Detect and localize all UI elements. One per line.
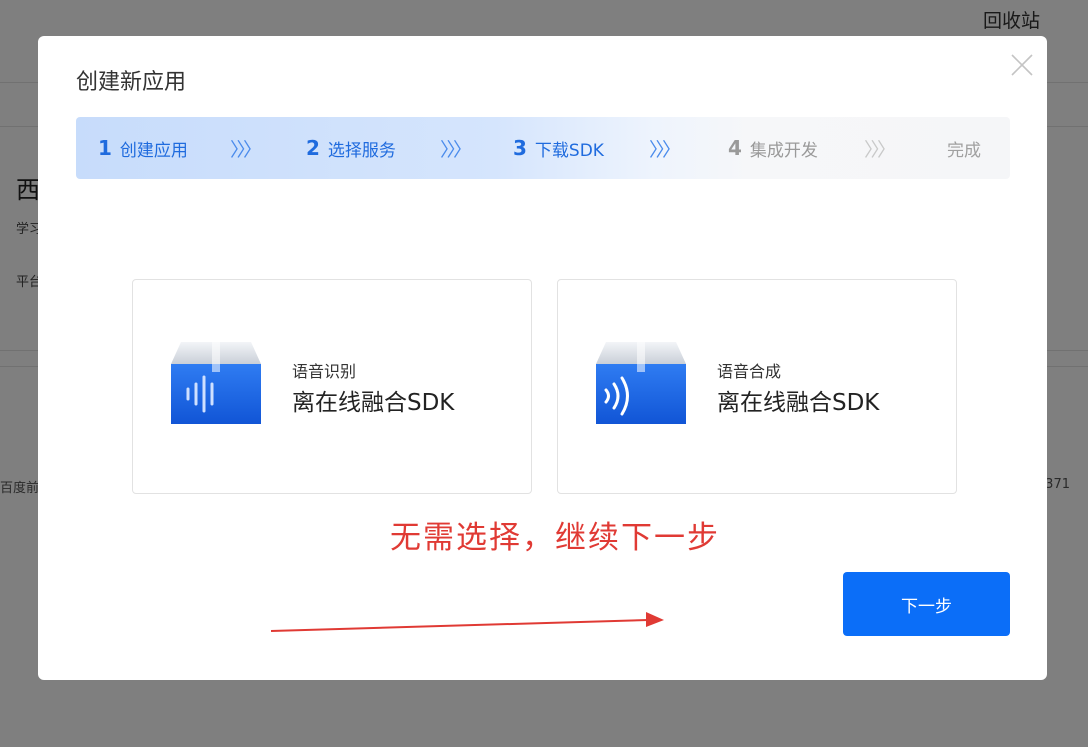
card-service-label: 语音识别 bbox=[292, 362, 357, 381]
step-create-app: 1 创建应用 bbox=[98, 136, 188, 161]
create-app-modal: 创建新应用 1 创建应用 〉〉〉 2 选择服务 〉〉〉 3 下载SDK 〉〉〉 4 集成… bbox=[38, 36, 1047, 680]
progress-stepper: 1 创建应用 〉〉〉 2 选择服务 〉〉〉 3 下载SDK 〉〉〉 4 集成开发 〉〉〉… bbox=[76, 117, 1010, 179]
card-service-label: 语音合成 bbox=[717, 362, 782, 381]
step-complete: 完成 bbox=[947, 140, 981, 161]
next-step-button[interactable]: 下一步 bbox=[843, 572, 1010, 636]
sdk-card-speech-recognition[interactable]: 语音识别 离在线融合SDK bbox=[132, 279, 532, 494]
chevron-separator-icon: 〉〉〉 bbox=[649, 138, 681, 161]
card-sdk-name: 离在线融合SDK bbox=[292, 390, 455, 416]
sdk-card-speech-synthesis[interactable]: 语音合成 离在线融合SDK bbox=[557, 279, 957, 494]
speech-recognition-icon bbox=[171, 340, 261, 426]
annotation-arrow-icon bbox=[270, 612, 664, 632]
card-sdk-name: 离在线融合SDK bbox=[717, 390, 880, 416]
close-icon[interactable] bbox=[1009, 52, 1035, 78]
step-integrate-dev: 4 集成开发 bbox=[728, 136, 818, 161]
step-select-service: 2 选择服务 bbox=[306, 136, 396, 161]
speech-synthesis-icon bbox=[596, 340, 686, 426]
chevron-separator-icon: 〉〉〉 bbox=[440, 138, 472, 161]
modal-title: 创建新应用 bbox=[76, 70, 187, 95]
chevron-separator-icon: 〉〉〉 bbox=[230, 138, 262, 161]
step-download-sdk: 3 下载SDK bbox=[513, 136, 604, 161]
annotation-note: 无需选择，继续下一步 bbox=[390, 520, 720, 556]
chevron-separator-icon: 〉〉〉 bbox=[864, 138, 896, 161]
